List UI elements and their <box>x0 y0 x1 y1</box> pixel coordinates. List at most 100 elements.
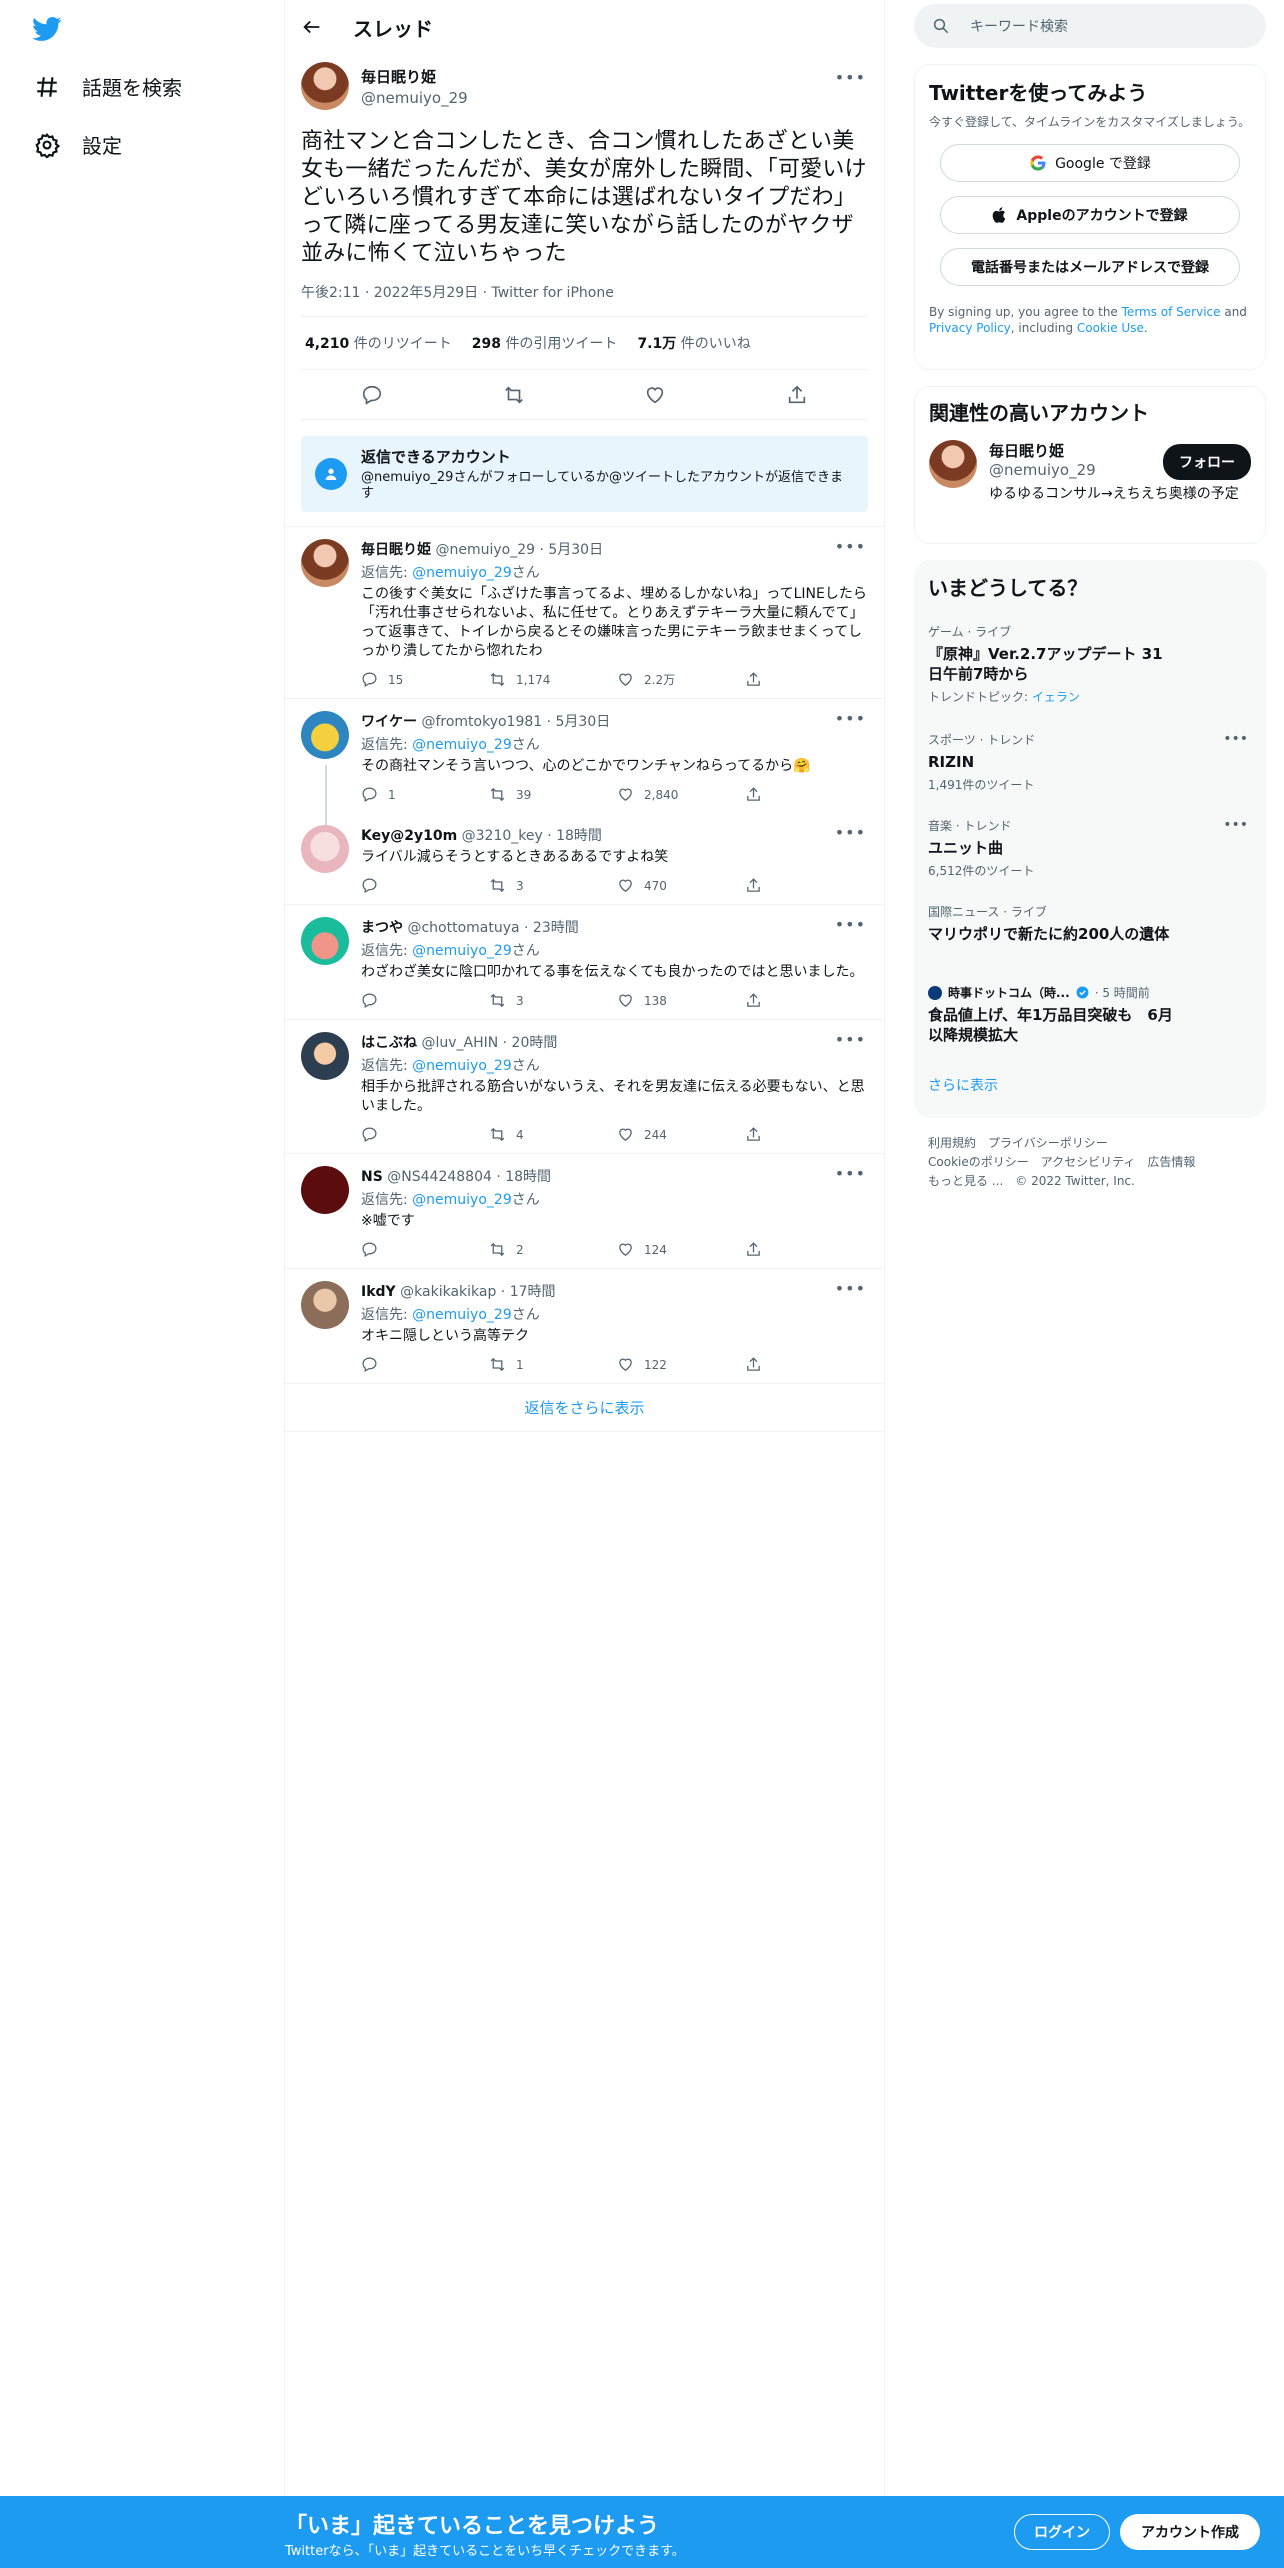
reply-to-link[interactable]: @nemuiyo_29 <box>412 565 512 581</box>
trend-item[interactable]: 音楽 · トレンド ユニット曲 6,512件のツイート ••• <box>928 817 1252 879</box>
reply-tweet[interactable]: まつや @chottomatuya · 23時間 返信先: @nemuiyo_2… <box>285 905 884 1020</box>
more-icon[interactable]: ••• <box>835 915 866 934</box>
apple-signup-button[interactable]: Appleのアカウントで登録 <box>940 196 1240 234</box>
like-action[interactable]: 138 <box>617 992 745 1009</box>
footer-line[interactable]: Cookieのポリシー アクセシビリティ 広告情報 <box>928 1153 1248 1172</box>
reply-action[interactable] <box>361 992 489 1009</box>
share-action[interactable] <box>745 1356 762 1373</box>
more-icon[interactable]: ••• <box>835 823 866 842</box>
reply-meta[interactable]: @3210_key · 18時間 <box>462 828 602 844</box>
reply-author-name[interactable]: はこぶね <box>361 1035 417 1051</box>
reply-author-name[interactable]: Key@2y10m <box>361 828 457 844</box>
reply-action[interactable] <box>361 1241 489 1258</box>
trend-item[interactable]: ゲーム · ライブ 『原神』Ver.2.7アップデート 31日午前7時から トレ… <box>928 623 1252 705</box>
reply-tweet[interactable]: NS @NS44248804 · 18時間 返信先: @nemuiyo_29さん… <box>285 1154 884 1269</box>
share-action[interactable] <box>745 1241 762 1258</box>
retweet-action[interactable]: 1,174 <box>489 671 617 688</box>
nav-settings[interactable]: 設定 <box>34 130 122 159</box>
retweet-action[interactable]: 3 <box>489 877 617 894</box>
reply-author-name[interactable]: 毎日眠り姫 <box>361 542 431 558</box>
trend-item[interactable]: スポーツ · トレンド RIZIN 1,491件のツイート ••• <box>928 731 1252 793</box>
create-account-button[interactable]: アカウント作成 <box>1120 2514 1260 2550</box>
google-signup-button[interactable]: Google で登録 <box>940 144 1240 182</box>
quote-count[interactable]: 298 件の引用ツイート <box>472 333 618 353</box>
avatar[interactable] <box>301 1281 349 1329</box>
avatar[interactable] <box>301 1032 349 1080</box>
nav-explore[interactable]: 話題を検索 <box>34 72 182 101</box>
retweet-action[interactable]: 3 <box>489 992 617 1009</box>
footer-line[interactable]: もっと見る ... © 2022 Twitter, Inc. <box>928 1172 1248 1191</box>
reply-icon[interactable] <box>361 384 383 406</box>
reply-meta[interactable]: @luv_AHIN · 20時間 <box>421 1035 557 1051</box>
related-account-row[interactable]: 毎日眠り姫 @nemuiyo_29 ゆるゆるコンサル→えちえち奥様の予定 フォロ… <box>929 440 1251 503</box>
more-icon[interactable]: ••• <box>1223 817 1248 833</box>
follow-button[interactable]: フォロー <box>1163 444 1251 480</box>
terms-link[interactable]: Terms of Service <box>1122 305 1221 319</box>
retweet-action[interactable]: 2 <box>489 1241 617 1258</box>
show-more-trends-link[interactable]: さらに表示 <box>928 1075 1252 1095</box>
show-more-replies-link[interactable]: 返信をさらに表示 <box>285 1384 884 1432</box>
author-name[interactable]: 毎日眠り姫 <box>361 66 468 87</box>
like-action[interactable]: 124 <box>617 1241 745 1258</box>
login-button[interactable]: ログイン <box>1014 2514 1110 2550</box>
retweet-action[interactable]: 39 <box>489 786 617 803</box>
reply-to-link[interactable]: @nemuiyo_29 <box>412 1192 512 1208</box>
more-icon[interactable]: ••• <box>835 1279 866 1298</box>
like-count[interactable]: 7.1万 件のいいね <box>637 333 750 353</box>
share-action[interactable] <box>745 1126 762 1143</box>
reply-tweet[interactable]: はこぶね @luv_AHIN · 20時間 返信先: @nemuiyo_29さん… <box>285 1020 884 1154</box>
retweet-count[interactable]: 4,210 件のリツイート <box>305 333 452 353</box>
reply-tweet[interactable]: ワイケー @fromtokyo1981 · 5月30日 返信先: @nemuiy… <box>285 699 884 857</box>
privacy-link[interactable]: Privacy Policy <box>929 321 1011 335</box>
share-action[interactable] <box>745 992 762 1009</box>
like-action[interactable]: 122 <box>617 1356 745 1373</box>
avatar[interactable] <box>301 917 349 965</box>
reply-action[interactable]: 15 <box>361 671 489 688</box>
trend-topic-link[interactable]: イェラン <box>1032 690 1080 704</box>
retweet-action[interactable]: 1 <box>489 1356 617 1373</box>
reply-to-link[interactable]: @nemuiyo_29 <box>412 1058 512 1074</box>
share-icon[interactable] <box>786 384 808 406</box>
reply-meta[interactable]: @chottomatuya · 23時間 <box>407 920 578 936</box>
reply-meta[interactable]: @NS44248804 · 18時間 <box>387 1169 551 1185</box>
reply-tweet[interactable]: Key@2y10m @3210_key · 18時間 ライバル減らそうとするとき… <box>285 813 884 905</box>
reply-meta[interactable]: @kakikakikap · 17時間 <box>400 1284 555 1300</box>
news-item[interactable]: 時事ドットコム（時... · 5 時間前 食品値上げ、年1万品目突破も 6月以降… <box>928 984 1252 1045</box>
more-icon[interactable]: ••• <box>1223 731 1248 747</box>
avatar[interactable] <box>301 825 349 873</box>
main-tweet-author[interactable]: 毎日眠り姫 @nemuiyo_29 ••• <box>301 62 868 110</box>
more-icon[interactable]: ••• <box>835 1164 866 1183</box>
retweet-action[interactable]: 4 <box>489 1126 617 1143</box>
reply-tweet[interactable]: IkdY @kakikakikap · 17時間 返信先: @nemuiyo_2… <box>285 1269 884 1384</box>
avatar[interactable] <box>301 1166 349 1214</box>
more-icon[interactable]: ••• <box>835 537 866 556</box>
avatar[interactable] <box>301 539 349 587</box>
twitter-logo-icon[interactable] <box>30 14 64 44</box>
share-action[interactable] <box>745 671 762 688</box>
search-input[interactable]: キーワード検索 <box>914 4 1266 48</box>
reply-meta[interactable]: @nemuiyo_29 · 5月30日 <box>435 542 603 558</box>
back-arrow-icon[interactable] <box>301 16 323 38</box>
reply-to-link[interactable]: @nemuiyo_29 <box>412 1307 512 1323</box>
cookie-link[interactable]: Cookie Use <box>1077 321 1144 335</box>
reply-tweet[interactable]: 毎日眠り姫 @nemuiyo_29 · 5月30日 返信先: @nemuiyo_… <box>285 527 884 699</box>
tweet-meta[interactable]: 午後2:11 · 2022年5月29日 · Twitter for iPhone <box>301 282 868 317</box>
footer-line[interactable]: 利用規約 プライバシーポリシー <box>928 1134 1248 1153</box>
avatar[interactable] <box>301 711 349 759</box>
reply-author-name[interactable]: ワイケー <box>361 714 417 730</box>
retweet-icon[interactable] <box>503 384 525 406</box>
like-action[interactable]: 470 <box>617 877 745 894</box>
reply-meta[interactable]: @fromtokyo1981 · 5月30日 <box>421 714 610 730</box>
trend-item[interactable]: 国際ニュース · ライブ マリウポリで新たに約200人の遺体 <box>928 903 1252 944</box>
reply-to-link[interactable]: @nemuiyo_29 <box>412 737 512 753</box>
avatar[interactable] <box>929 440 977 488</box>
share-action[interactable] <box>745 786 762 803</box>
more-icon[interactable]: ••• <box>835 709 866 728</box>
more-icon[interactable]: ••• <box>835 1030 866 1049</box>
share-action[interactable] <box>745 877 762 894</box>
like-action[interactable]: 244 <box>617 1126 745 1143</box>
reply-to-link[interactable]: @nemuiyo_29 <box>412 943 512 959</box>
reply-action[interactable] <box>361 1126 489 1143</box>
phone-email-signup-button[interactable]: 電話番号またはメールアドレスで登録 <box>940 248 1240 286</box>
like-action[interactable]: 2,840 <box>617 786 745 803</box>
